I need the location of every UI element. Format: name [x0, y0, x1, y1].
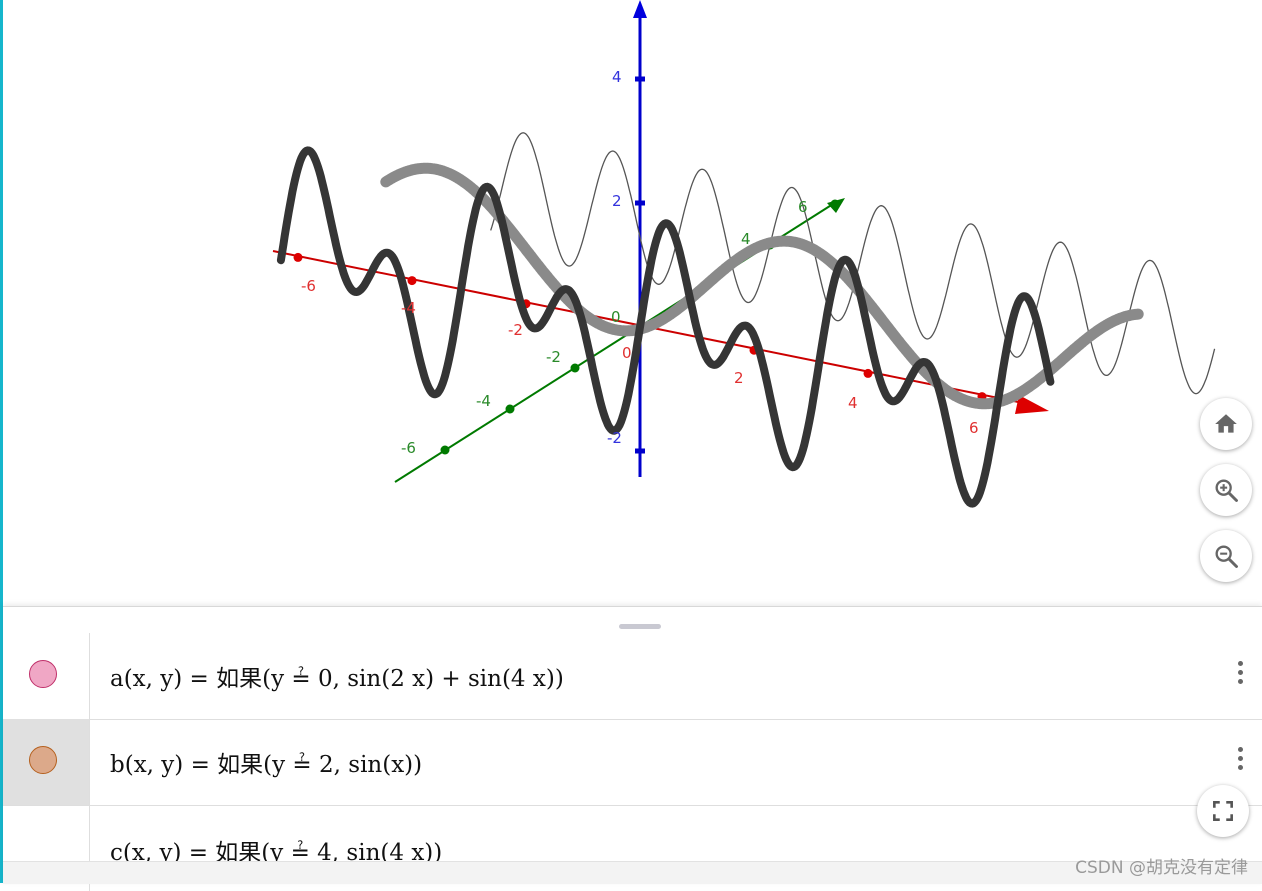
axis-tick-dot [830, 199, 840, 209]
marble-cell [3, 633, 90, 719]
panel-drag-handle[interactable] [619, 624, 661, 629]
x-tick-label: 2 [734, 369, 744, 387]
zoom-out-button[interactable] [1200, 530, 1252, 582]
z-tick-label: 4 [612, 68, 622, 86]
marble-cell-selected [3, 719, 90, 805]
y-tick-label: -4 [476, 392, 491, 410]
x-tick-label: 6 [969, 419, 979, 437]
y-tick-label: 0 [611, 308, 621, 326]
z-tick-label: -2 [607, 429, 622, 447]
y-tick-label: -6 [401, 439, 416, 457]
watermark: CSDN @胡克没有定律 [1075, 858, 1248, 878]
axis-tick-dot [635, 76, 645, 82]
home-button[interactable] [1200, 398, 1252, 450]
axis-tick-dot [440, 445, 450, 455]
more-menu-icon[interactable] [1234, 747, 1246, 777]
zoom-in-button[interactable] [1200, 464, 1252, 516]
y-tick-label: 4 [741, 230, 751, 248]
x-tick-label: 0 [622, 344, 632, 362]
z-tick-label: 2 [612, 192, 622, 210]
formula-a[interactable]: a(x, y) = 如果(y ≟ 0, sin(2 x) + sin(4 x)) [110, 659, 564, 693]
x-tick-label: -2 [508, 321, 523, 339]
more-menu-icon[interactable] [1234, 661, 1246, 691]
fullscreen-icon [1213, 801, 1233, 821]
y-tick-label: -2 [546, 348, 561, 366]
fullscreen-button[interactable] [1197, 785, 1249, 837]
axis-tick-dot [570, 363, 580, 373]
home-icon [1215, 414, 1237, 433]
graph-canvas[interactable]: -6 -4 -2 0 2 4 6 -6 -4 -2 0 4 6 4 2 -2 [3, 0, 1262, 606]
visibility-toggle-b[interactable] [29, 746, 57, 774]
curve-a[interactable] [276, 146, 1055, 508]
algebra-row-a[interactable]: a(x, y) = 如果(y ≟ 0, sin(2 x) + sin(4 x)) [3, 633, 1262, 720]
x-tick-label: -6 [301, 277, 316, 295]
zoom-out-icon [1215, 545, 1238, 568]
bottom-strip [3, 861, 1262, 884]
visibility-toggle-a[interactable] [29, 660, 57, 688]
axis-tick-dot [863, 368, 873, 378]
graphics-3d-view[interactable]: -6 -4 -2 0 2 4 6 -6 -4 -2 0 4 6 4 2 -2 [3, 0, 1262, 606]
axis-tick-dot [407, 276, 417, 286]
axis-tick-dot [505, 404, 515, 414]
x-tick-label: -4 [401, 299, 416, 317]
y-tick-label: 6 [798, 198, 808, 216]
formula-b[interactable]: b(x, y) = 如果(y ≟ 2, sin(x)) [110, 745, 422, 779]
x-tick-label: 4 [848, 394, 858, 412]
z-axis-arrow [633, 0, 647, 18]
axis-tick-dot [293, 252, 303, 262]
zoom-in-icon [1215, 479, 1238, 502]
axis-tick-dot [635, 200, 645, 206]
algebra-view[interactable]: a(x, y) = 如果(y ≟ 0, sin(2 x) + sin(4 x))… [3, 606, 1262, 891]
axis-tick-dot [635, 448, 645, 454]
algebra-row-b[interactable]: b(x, y) = 如果(y ≟ 2, sin(x)) [3, 719, 1262, 806]
